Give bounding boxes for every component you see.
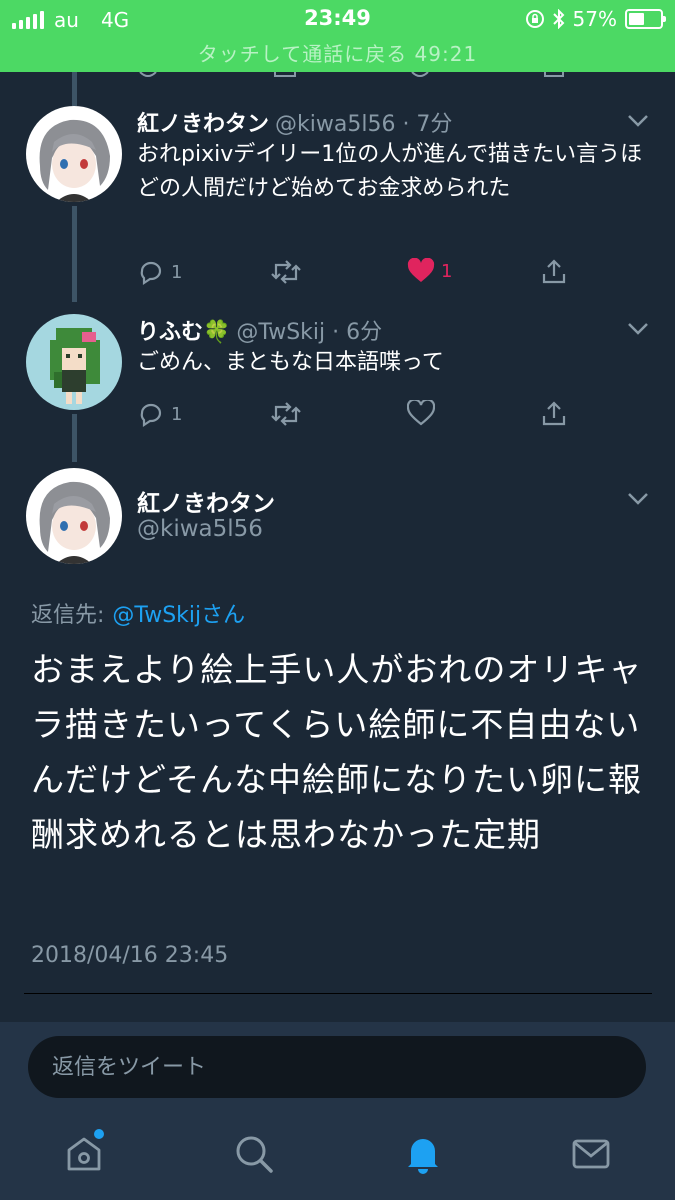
tweet-author[interactable]: りふむ🍀@TwSkij · 6分 — [137, 314, 382, 346]
avatar[interactable] — [26, 314, 122, 410]
reply-to-mention[interactable]: @TwSkijさん — [112, 603, 245, 628]
tweet-text: ごめん、まともな日本語喋って — [137, 346, 647, 380]
display-name: りふむ🍀 — [137, 320, 230, 345]
new-content-dot — [94, 1129, 104, 1139]
messages-icon[interactable] — [571, 1134, 611, 1174]
main-display-name[interactable]: 紅ノきわタン — [137, 484, 275, 518]
home-icon[interactable] — [64, 1134, 104, 1174]
tweet[interactable]: りふむ🍀@TwSkij · 6分 ごめん、まともな日本語喋って 1 — [0, 0, 675, 450]
reply-to: 返信先: @TwSkijさん — [31, 597, 245, 629]
main-avatar[interactable] — [26, 468, 122, 564]
tweet-actions: 1 — [137, 400, 657, 430]
main-handle[interactable]: @kiwa5l56 — [137, 516, 263, 542]
reply-icon — [137, 400, 165, 428]
search-icon[interactable] — [234, 1134, 274, 1174]
reply-input[interactable] — [28, 1036, 646, 1098]
divider — [24, 993, 652, 994]
chevron-down-icon[interactable] — [627, 492, 649, 506]
share-button[interactable] — [540, 400, 568, 428]
tweet-timestamp: 2018/04/16 23:45 — [31, 943, 228, 968]
retweet-icon — [270, 400, 302, 428]
retweet-button[interactable] — [270, 400, 302, 428]
reply-button[interactable]: 1 — [137, 400, 182, 428]
thread-line — [72, 414, 77, 462]
handle-and-time: @TwSkij · 6分 — [236, 320, 382, 345]
chevron-down-icon[interactable] — [627, 322, 649, 336]
main-tweet-text: おまえより絵上手い人がおれのオリキャラ描きたいってくらい絵師に不自由ないんだけど… — [31, 642, 651, 862]
like-button[interactable] — [407, 400, 435, 426]
share-icon — [540, 400, 568, 428]
heart-icon — [407, 400, 435, 426]
reply-to-label: 返信先: — [31, 603, 104, 628]
reply-count: 1 — [171, 404, 182, 425]
notifications-icon[interactable] — [403, 1134, 443, 1174]
